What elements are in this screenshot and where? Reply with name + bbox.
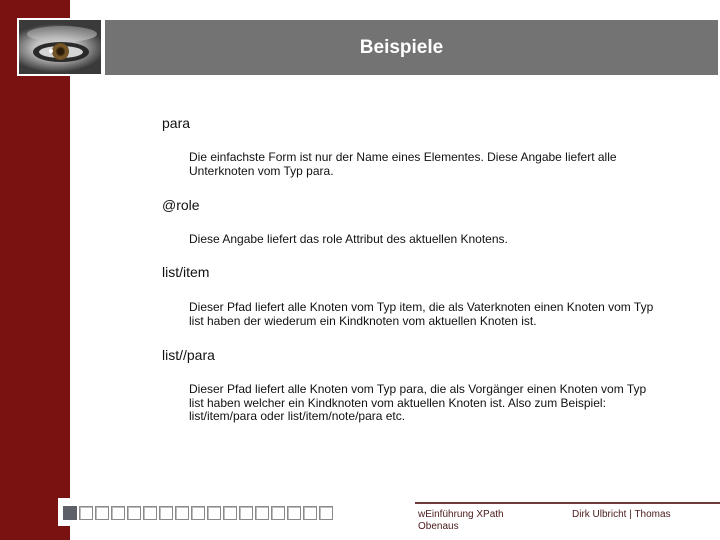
entry-description-role: Diese Angabe liefert das role Attribut d…: [189, 232, 508, 246]
left-accent-bar: [0, 0, 70, 540]
footer-author-1: Dirk Ulbricht: [572, 509, 627, 520]
slide-square[interactable]: [207, 506, 221, 520]
entry-description-list-item: Dieser Pfad liefert alle Knoten vom Typ …: [189, 300, 654, 328]
header-eye-image: [17, 18, 103, 76]
entry-term-list-para: list//para: [162, 347, 215, 363]
slide-square[interactable]: [127, 506, 141, 520]
footer-author-2-last: Obenaus: [418, 521, 459, 532]
footer-separator: |: [629, 509, 632, 520]
footer-author-2-first: Thomas: [634, 509, 671, 520]
slide-square[interactable]: [287, 506, 301, 520]
entry-description-para: Die einfachste Form ist nur der Name ein…: [189, 150, 617, 178]
entry-term-role: @role: [162, 197, 200, 213]
title-bar: Beispiele: [105, 20, 718, 75]
footer-divider: [415, 502, 720, 504]
slide-square[interactable]: [303, 506, 317, 520]
slide-square[interactable]: [319, 506, 333, 520]
entry-term-list-item: list/item: [162, 264, 210, 280]
slide-square[interactable]: [143, 506, 157, 520]
slide-indicator: [63, 506, 333, 520]
slide-square[interactable]: [95, 506, 109, 520]
slide-square[interactable]: [79, 506, 93, 520]
slide-square[interactable]: [111, 506, 125, 520]
slide-square[interactable]: [191, 506, 205, 520]
slide-square[interactable]: [271, 506, 285, 520]
slide-square-current[interactable]: [63, 506, 77, 520]
footer-authors: Dirk Ulbricht | Thomas: [572, 509, 671, 521]
slide-square[interactable]: [175, 506, 189, 520]
eye-icon: [19, 20, 101, 74]
entry-term-para: para: [162, 115, 191, 131]
footer-course-title: wEinführung XPath Obenaus: [418, 509, 504, 533]
slide-square[interactable]: [239, 506, 253, 520]
slide-square[interactable]: [255, 506, 269, 520]
footer-course-label: wEinführung XPath: [418, 509, 504, 520]
page-title: Beispiele: [359, 36, 444, 58]
slide-square[interactable]: [223, 506, 237, 520]
entry-description-list-para: Dieser Pfad liefert alle Knoten vom Typ …: [189, 382, 647, 423]
slide-square[interactable]: [159, 506, 173, 520]
